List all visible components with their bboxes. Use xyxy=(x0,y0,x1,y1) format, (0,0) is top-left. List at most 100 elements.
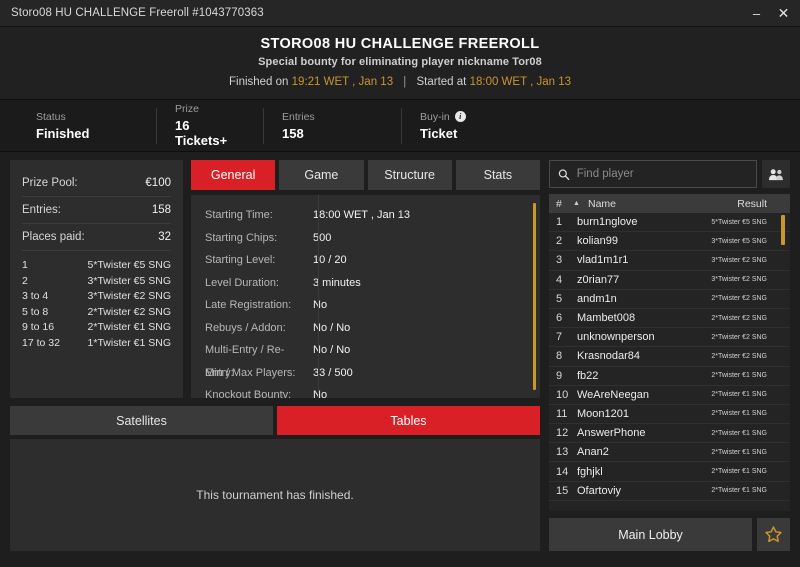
payout-row: 3 to 4 3*Twister €2 SNG xyxy=(22,289,171,305)
prize-pool-value: €100 xyxy=(145,177,171,189)
player-rank: 14 xyxy=(556,465,569,478)
player-name: burn1nglove xyxy=(577,216,638,229)
entries-label: Entries: xyxy=(22,204,61,216)
payout-prize: 2*Twister €1 SNG xyxy=(87,321,171,333)
started-label: Started at xyxy=(416,76,467,88)
search-box[interactable] xyxy=(549,160,757,188)
table-row[interactable]: 1 burn1nglove 5*Twister €5 SNG xyxy=(549,213,790,233)
left-column: Prize Pool: €100 Entries: 158 Places pai… xyxy=(10,160,540,551)
player-result: 2*Twister €1 SNG xyxy=(711,429,767,437)
player-name: Moon1201 xyxy=(577,407,629,420)
table-row[interactable]: 6 Mambet008 2*Twister €2 SNG xyxy=(549,309,790,329)
player-result: 2*Twister €1 SNG xyxy=(711,468,767,476)
player-rank: 8 xyxy=(556,350,563,363)
detail-row: Rebuys / Addon: No / No xyxy=(191,317,531,340)
started-time: 18:00 WET , Jan 13 xyxy=(469,76,572,88)
table-row[interactable]: 7 unknownperson 2*Twister €2 SNG xyxy=(549,328,790,348)
table-row[interactable]: 10 WeAreNeegan 2*Twister €1 SNG xyxy=(549,386,790,405)
details-column-divider xyxy=(318,195,319,398)
table-row[interactable]: 11 Moon1201 2*Twister €1 SNG xyxy=(549,405,790,425)
table-row[interactable]: 13 Anan2 2*Twister €1 SNG xyxy=(549,443,790,463)
player-name: Mambet008 xyxy=(577,312,636,325)
tournament-header: STORO08 HU CHALLENGE FREEROLL Special bo… xyxy=(0,27,800,100)
table-row[interactable]: 14 fghjkl 2*Twister €1 SNG xyxy=(549,462,790,482)
player-result: 2*Twister €2 SNG xyxy=(711,352,767,360)
window-title: Storo08 HU CHALLENGE Freeroll #104377036… xyxy=(11,7,264,19)
player-result: 2*Twister €1 SNG xyxy=(711,372,767,380)
table-row[interactable]: 15 Ofartoviy 2*Twister €1 SNG xyxy=(549,482,790,501)
player-rank: 3 xyxy=(556,254,563,267)
payout-divider xyxy=(22,250,171,251)
payout-row: 17 to 32 1*Twister €1 SNG xyxy=(22,336,171,352)
stat-buyin: Buy-in i Ticket xyxy=(401,107,484,144)
details-scrollbar-thumb[interactable] xyxy=(533,203,536,390)
details-list: Starting Time: 18:00 WET , Jan 13 Starti… xyxy=(191,195,531,398)
table-row[interactable]: 2 kolian99 3*Twister €5 SNG xyxy=(549,232,790,252)
stat-entries: Entries 158 xyxy=(263,107,401,144)
info-tabs: General Game Structure Stats xyxy=(191,160,540,190)
column-header-name[interactable]: Name xyxy=(588,198,737,210)
detail-row: Late Registration: No xyxy=(191,294,531,317)
detail-row: Min / Max Players: 33 / 500 xyxy=(191,362,531,385)
detail-row: Starting Time: 18:00 WET , Jan 13 xyxy=(191,204,531,227)
people-icon xyxy=(768,168,783,180)
tab-structure[interactable]: Structure xyxy=(367,160,452,190)
tournament-stats-strip: Status Finished Prize 16 Tickets+ Entrie… xyxy=(0,100,800,152)
details-scrollbar[interactable] xyxy=(531,195,540,398)
search-input[interactable] xyxy=(576,168,748,180)
payout-place: 17 to 32 xyxy=(22,336,60,349)
payout-prize: 5*Twister €5 SNG xyxy=(87,259,171,271)
tab-satellites[interactable]: Satellites xyxy=(10,406,273,435)
tab-tables[interactable]: Tables xyxy=(277,406,540,435)
player-rank: 15 xyxy=(556,484,569,497)
player-result: 2*Twister €1 SNG xyxy=(711,487,767,495)
payout-place: 2 xyxy=(22,274,28,287)
info-icon[interactable]: i xyxy=(454,111,466,122)
sort-ascending-icon[interactable]: ▲ xyxy=(573,200,588,207)
tab-general[interactable]: General xyxy=(191,160,276,190)
player-list-scrollbar-thumb[interactable] xyxy=(781,215,785,245)
times-separator: | xyxy=(403,76,407,88)
tab-game[interactable]: Game xyxy=(279,160,364,190)
tables-message: This tournament has finished. xyxy=(196,488,354,502)
column-header-result[interactable]: Result xyxy=(737,198,783,210)
player-rank: 10 xyxy=(556,388,569,401)
table-row[interactable]: 8 Krasnodar84 2*Twister €2 SNG xyxy=(549,347,790,367)
tab-stats[interactable]: Stats xyxy=(455,160,540,190)
player-rank: 6 xyxy=(556,312,563,325)
player-name: kolian99 xyxy=(577,235,618,248)
column-header-number[interactable]: # xyxy=(556,198,573,210)
table-row[interactable]: 3 vlad1m1r1 3*Twister €2 SNG xyxy=(549,251,790,271)
player-list[interactable]: 1 burn1nglove 5*Twister €5 SNG 2 kolian9… xyxy=(549,213,790,511)
table-row[interactable]: 9 fb22 2*Twister €1 SNG xyxy=(549,367,790,386)
player-result: 2*Twister €2 SNG xyxy=(711,333,767,341)
lobby-actions: Main Lobby xyxy=(549,518,790,551)
player-rank: 7 xyxy=(556,331,563,344)
player-result: 5*Twister €5 SNG xyxy=(711,218,767,226)
player-search-row xyxy=(549,160,790,188)
close-icon[interactable]: ✕ xyxy=(771,0,800,27)
detail-value: No xyxy=(313,299,328,311)
detail-value: 3 minutes xyxy=(313,276,361,289)
places-paid-label: Places paid: xyxy=(22,231,85,243)
main-lobby-button[interactable]: Main Lobby xyxy=(549,518,752,551)
players-filter-button[interactable] xyxy=(762,160,790,188)
table-row[interactable]: 5 andm1n 2*Twister €2 SNG xyxy=(549,290,790,309)
general-details-panel: Starting Time: 18:00 WET , Jan 13 Starti… xyxy=(191,195,540,398)
detail-label: Starting Time: xyxy=(205,209,273,221)
player-name: Krasnodar84 xyxy=(577,350,640,363)
player-result: 2*Twister €1 SNG xyxy=(711,391,767,399)
table-row[interactable]: 12 AnswerPhone 2*Twister €1 SNG xyxy=(549,424,790,444)
detail-row: Starting Chips: 500 xyxy=(191,227,531,250)
payout-place: 5 to 8 xyxy=(22,305,49,318)
player-rank: 11 xyxy=(556,407,568,420)
stat-entries-label: Entries xyxy=(282,110,315,123)
tournament-lobby-window: Storo08 HU CHALLENGE Freeroll #104377036… xyxy=(0,0,800,567)
minimize-icon[interactable]: – xyxy=(742,0,771,27)
player-rank: 2 xyxy=(556,235,563,248)
player-name: WeAreNeegan xyxy=(577,388,649,401)
player-result: 3*Twister €2 SNG xyxy=(711,256,767,264)
table-row[interactable]: 4 z0rian77 3*Twister €2 SNG xyxy=(549,271,790,290)
stat-prize-value: 16 Tickets+ xyxy=(175,118,228,148)
favorite-button[interactable] xyxy=(757,518,790,551)
